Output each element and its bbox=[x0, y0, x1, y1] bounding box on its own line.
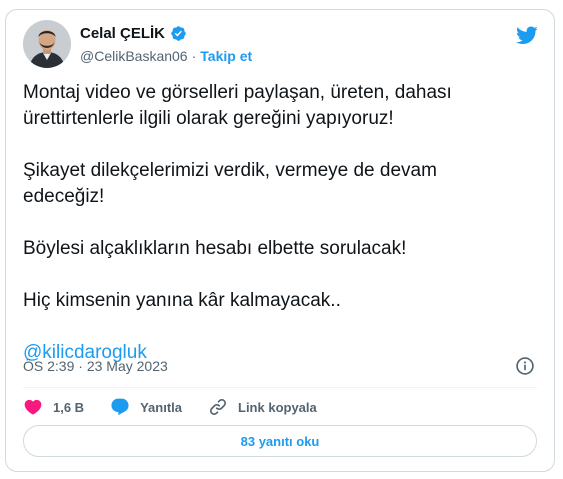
tweet-meta: ÖS 2:39 · 23 May 2023 bbox=[23, 356, 537, 378]
tweet-paragraph-1: Montaj video ve görselleri paylaşan, üre… bbox=[23, 82, 452, 129]
meta-separator: · bbox=[78, 358, 83, 374]
tweet-paragraph-3: Böylesi alçaklıkların hesabı elbette sor… bbox=[23, 238, 407, 259]
reply-label: Yanıtla bbox=[140, 399, 182, 415]
heart-icon bbox=[24, 399, 42, 415]
read-replies-button[interactable]: 83 yanıtı oku bbox=[23, 425, 537, 457]
copy-link-label: Link kopyala bbox=[238, 399, 317, 415]
separator-dot: · bbox=[191, 48, 197, 64]
tweet-time: ÖS 2:39 bbox=[23, 358, 75, 374]
tweet-paragraph-4: Hiç kimsenin yanına kâr kalmayacak.. bbox=[23, 290, 341, 311]
like-count: 1,6 B bbox=[53, 399, 85, 415]
tweet-header: Celal ÇELİK @CelikBaskan06 · Takip et bbox=[23, 20, 540, 72]
copy-link-button[interactable]: Link kopyala bbox=[208, 397, 317, 417]
author-handle[interactable]: @CelikBaskan06 bbox=[80, 48, 188, 64]
tweet-card: Celal ÇELİK @CelikBaskan06 · Takip et Mo… bbox=[5, 9, 555, 472]
twitter-logo-icon[interactable] bbox=[514, 24, 540, 46]
tweet-date: 23 May 2023 bbox=[86, 358, 168, 374]
handle-row: @CelikBaskan06 · Takip et bbox=[80, 48, 252, 64]
tweet-text: Montaj video ve görselleri paylaşan, üre… bbox=[23, 80, 543, 392]
reply-button[interactable]: Yanıtla bbox=[110, 397, 182, 417]
info-icon[interactable] bbox=[515, 356, 535, 376]
tweet-paragraph-2: Şikayet dilekçelerimizi verdik, vermeye … bbox=[23, 160, 437, 207]
display-name[interactable]: Celal ÇELİK bbox=[80, 25, 165, 42]
tweet-timestamp[interactable]: ÖS 2:39 · 23 May 2023 bbox=[23, 358, 168, 374]
like-button[interactable]: 1,6 B bbox=[23, 397, 84, 417]
avatar[interactable] bbox=[23, 20, 71, 68]
tweet-actions: 1,6 B Yanıtla Link kopyala bbox=[23, 393, 343, 421]
verified-badge-icon bbox=[170, 25, 187, 42]
link-icon bbox=[209, 398, 227, 416]
name-row: Celal ÇELİK bbox=[80, 25, 187, 42]
reply-bubble-icon bbox=[111, 398, 129, 416]
avatar-portrait bbox=[23, 20, 71, 68]
follow-button[interactable]: Takip et bbox=[200, 48, 252, 64]
divider bbox=[23, 387, 537, 388]
